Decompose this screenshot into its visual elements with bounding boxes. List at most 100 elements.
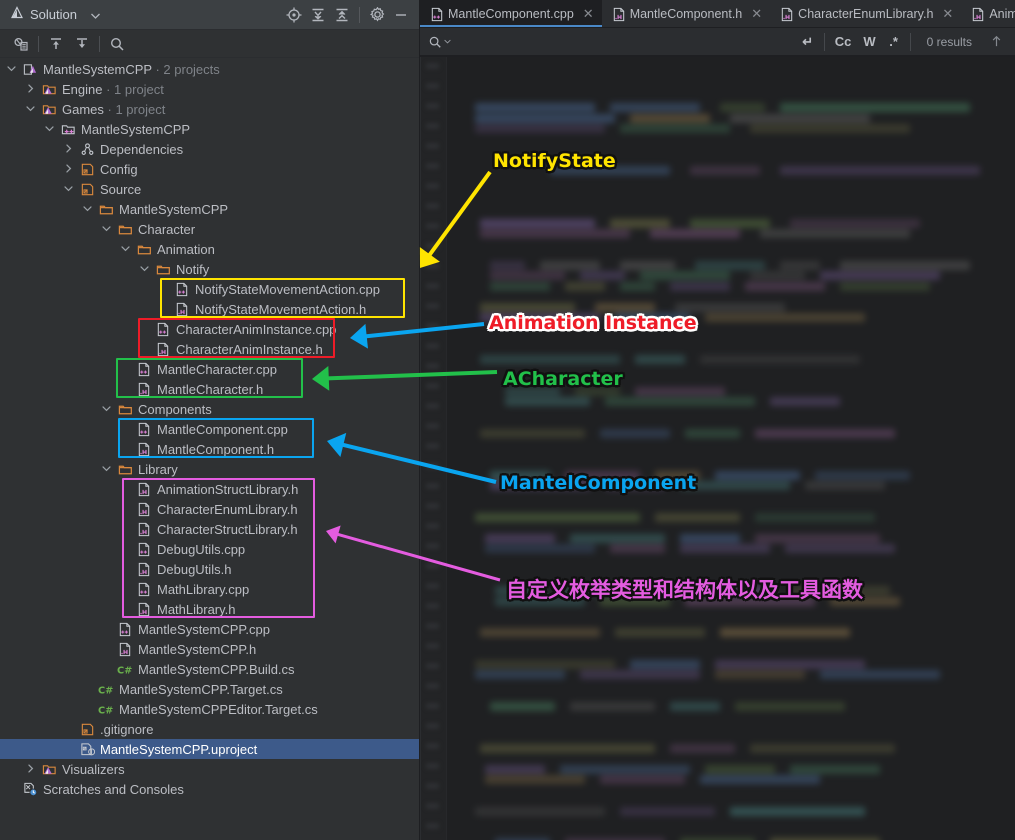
code-token xyxy=(820,670,940,679)
twisty-down-icon[interactable] xyxy=(44,123,57,136)
close-icon[interactable]: ✕ xyxy=(942,6,953,22)
locate-target-icon[interactable] xyxy=(282,3,306,27)
editor-tab-strip[interactable]: MantleComponent.cpp ✕ MantleComponent.h ✕ … xyxy=(420,0,1015,28)
multiline-toggle[interactable]: ↵ xyxy=(796,31,820,53)
tree-row[interactable]: MantleSystemCPP.h xyxy=(0,639,419,659)
tree-row[interactable]: Visualizers xyxy=(0,759,419,779)
gutter-line xyxy=(426,543,439,549)
tree-row[interactable]: .gitignore xyxy=(0,719,419,739)
tree-row[interactable]: CharacterAnimInstance.cpp xyxy=(0,319,419,339)
tree-row-label: MathLibrary.h xyxy=(157,601,236,617)
tree-row[interactable]: Config xyxy=(0,159,419,179)
tree-row[interactable]: C# MantleSystemCPP.Target.cs xyxy=(0,679,419,699)
code-token xyxy=(700,355,860,364)
folder-icon xyxy=(117,221,133,237)
tree-row[interactable]: C# MantleSystemCPP.Build.cs xyxy=(0,659,419,679)
twisty-down-icon[interactable] xyxy=(6,63,19,76)
tree-row[interactable]: Animation xyxy=(0,239,419,259)
tree-row-label: Engine · 1 project xyxy=(62,81,164,97)
tree-row[interactable]: Games · 1 project xyxy=(0,99,419,119)
twisty-down-icon[interactable] xyxy=(139,263,152,276)
twisty-down-icon[interactable] xyxy=(101,223,114,236)
gutter-line xyxy=(426,743,439,749)
editor-tab[interactable]: Anim✕ xyxy=(961,0,1015,27)
tree-row[interactable]: MantleSystemCPP.cpp xyxy=(0,619,419,639)
tree-row[interactable]: MantleCharacter.cpp xyxy=(0,359,419,379)
gutter-line xyxy=(426,163,439,169)
search-magnifier-icon[interactable] xyxy=(428,35,451,49)
tree-row[interactable]: MantleComponent.h xyxy=(0,439,419,459)
twisty-down-icon[interactable] xyxy=(101,403,114,416)
twisty-right-icon[interactable] xyxy=(63,143,76,156)
project-icon xyxy=(41,81,57,97)
tree-row[interactable]: DebugUtils.h xyxy=(0,559,419,579)
tree-row[interactable]: C# MantleSystemCPPEditor.Target.cs xyxy=(0,699,419,719)
tree-row[interactable]: Engine · 1 project xyxy=(0,79,419,99)
editor-tab[interactable]: CharacterEnumLibrary.h ✕ xyxy=(770,0,961,27)
tree-row[interactable]: MantleSystemCPP · 2 projects xyxy=(0,59,419,79)
editor-tab[interactable]: MantleComponent.cpp ✕ xyxy=(420,0,602,27)
solution-view-icon[interactable] xyxy=(8,32,34,56)
search-input[interactable] xyxy=(457,33,796,50)
code-token xyxy=(620,806,715,816)
expand-all-icon[interactable] xyxy=(306,3,330,27)
h-file-icon xyxy=(117,641,133,657)
whole-words-toggle[interactable]: W xyxy=(857,31,881,53)
tree-row[interactable]: Scratches and Consoles xyxy=(0,779,419,799)
arrow-up-icon[interactable] xyxy=(984,31,1009,53)
code-token xyxy=(705,313,865,322)
twisty-down-icon[interactable] xyxy=(120,243,133,256)
code-token xyxy=(595,302,655,312)
regex-toggle[interactable]: .* xyxy=(882,31,906,53)
tree-row-label: AnimationStructLibrary.h xyxy=(157,481,299,497)
tree-row[interactable]: MantleComponent.cpp xyxy=(0,419,419,439)
chevron-down-icon[interactable] xyxy=(91,7,100,22)
gutter-line xyxy=(426,143,439,149)
close-icon[interactable]: ✕ xyxy=(751,6,762,22)
tree-row[interactable]: CharacterStructLibrary.h xyxy=(0,519,419,539)
tree-row[interactable]: Components xyxy=(0,399,419,419)
tree-row[interactable]: DebugUtils.cpp xyxy=(0,539,419,559)
project-tree[interactable]: MantleSystemCPP · 2 projects Engine · 1 … xyxy=(0,59,419,840)
tree-row[interactable]: NotifyStateMovementAction.cpp xyxy=(0,279,419,299)
search-icon[interactable] xyxy=(104,32,130,56)
code-token xyxy=(565,281,605,291)
gear-icon[interactable] xyxy=(365,3,389,27)
tree-row[interactable]: AnimationStructLibrary.h xyxy=(0,479,419,499)
twisty-down-icon[interactable] xyxy=(82,203,95,216)
twisty-right-icon[interactable] xyxy=(63,163,76,176)
tree-row[interactable]: NotifyStateMovementAction.h xyxy=(0,299,419,319)
twisty-down-icon[interactable] xyxy=(25,103,38,116)
tree-row[interactable]: MantleSystemCPP xyxy=(0,119,419,139)
twisty-down-icon[interactable] xyxy=(101,463,114,476)
twisty-right-icon[interactable] xyxy=(25,83,38,96)
move-up-icon[interactable] xyxy=(43,32,69,56)
twisty-right-icon[interactable] xyxy=(25,763,38,776)
tree-row-label: Visualizers xyxy=(62,761,125,777)
panel-title-group[interactable]: Solution xyxy=(10,6,100,23)
twisty-down-icon[interactable] xyxy=(63,183,76,196)
tree-row[interactable]: Dependencies xyxy=(0,139,419,159)
code-editor-content[interactable] xyxy=(420,57,1015,840)
tree-row[interactable]: Library xyxy=(0,459,419,479)
close-icon[interactable]: ✕ xyxy=(583,6,594,22)
collapse-all-icon[interactable] xyxy=(330,3,354,27)
tree-row[interactable]: Notify xyxy=(0,259,419,279)
tree-row[interactable]: MathLibrary.cpp xyxy=(0,579,419,599)
minimize-icon[interactable] xyxy=(389,3,413,27)
tree-row[interactable]: CharacterEnumLibrary.h xyxy=(0,499,419,519)
svg-text:C#: C# xyxy=(98,685,113,696)
tree-row[interactable]: MantleSystemCPP xyxy=(0,199,419,219)
tree-row[interactable]: Source xyxy=(0,179,419,199)
tree-row[interactable]: MantleSystemCPP.uproject xyxy=(0,739,419,759)
editor-tab[interactable]: MantleComponent.h ✕ xyxy=(602,0,770,27)
tree-row[interactable]: CharacterAnimInstance.h xyxy=(0,339,419,359)
match-case-toggle[interactable]: Cc xyxy=(829,31,858,53)
tree-row[interactable]: Character xyxy=(0,219,419,239)
tree-row[interactable]: MantleCharacter.h xyxy=(0,379,419,399)
code-token xyxy=(815,470,910,480)
tree-row[interactable]: MathLibrary.h xyxy=(0,599,419,619)
move-down-icon[interactable] xyxy=(69,32,95,56)
